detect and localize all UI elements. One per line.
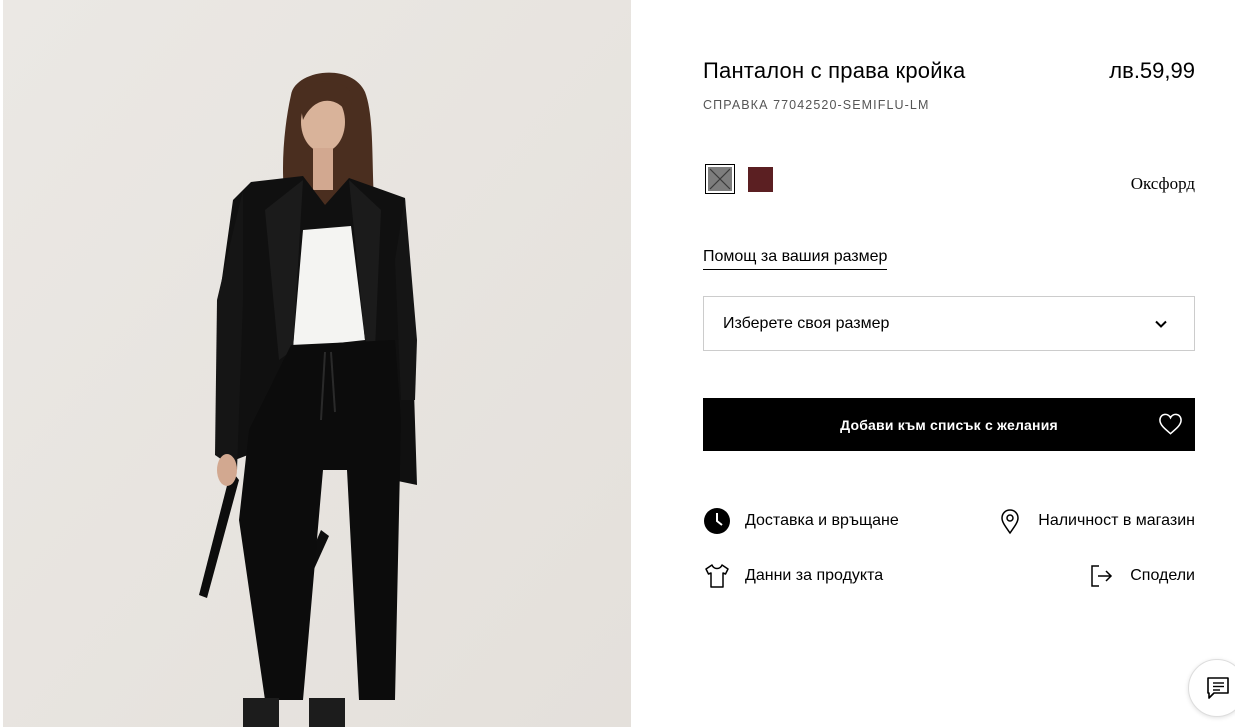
share-icon — [1088, 562, 1116, 590]
selected-color-name: Оксфорд — [1130, 174, 1195, 193]
product-photo-illustration — [3, 0, 631, 727]
share-label: Сподели — [1130, 567, 1195, 584]
add-to-wishlist-button[interactable]: Добави към списък с желания — [703, 398, 1195, 451]
size-select-dropdown[interactable]: Изберете своя размер — [703, 296, 1195, 351]
product-details-label: Данни за продукта — [745, 567, 884, 584]
color-swatch-grey[interactable] — [705, 164, 735, 194]
add-to-wishlist-label: Добави към списък с желания — [840, 416, 1058, 433]
product-reference: СПРАВКА 77042520-SEMIFLU-LM — [703, 98, 930, 112]
heart-icon — [1159, 413, 1182, 435]
location-pin-icon — [996, 507, 1024, 535]
product-price: лв.59,99 — [1109, 58, 1195, 83]
tshirt-icon — [703, 562, 731, 590]
store-availability-link[interactable]: Наличност в магазин — [996, 507, 1195, 535]
size-select-label: Изберете своя размер — [723, 314, 890, 332]
delivery-returns-link[interactable]: Доставка и връщане — [703, 507, 899, 535]
clock-icon — [703, 507, 731, 535]
color-swatch-grey-fill — [708, 167, 732, 191]
product-image[interactable] — [3, 0, 631, 727]
product-details-link[interactable]: Данни за продукта — [703, 562, 883, 590]
delivery-returns-label: Доставка и връщане — [745, 512, 899, 529]
product-info-panel: Панталон с права кройка лв.59,99 СПРАВКА… — [703, 0, 1195, 727]
color-swatch-burgundy[interactable] — [748, 167, 773, 192]
size-help-link[interactable]: Помощ за вашия размер — [703, 248, 888, 270]
chevron-down-icon — [1155, 320, 1167, 328]
chat-icon — [1207, 677, 1229, 699]
product-title: Панталон с права кройка — [703, 58, 966, 83]
unavailable-cross-icon — [709, 168, 731, 190]
store-availability-label: Наличност в магазин — [1038, 512, 1195, 529]
chat-button[interactable] — [1188, 659, 1235, 717]
share-link[interactable]: Сподели — [1088, 562, 1195, 590]
